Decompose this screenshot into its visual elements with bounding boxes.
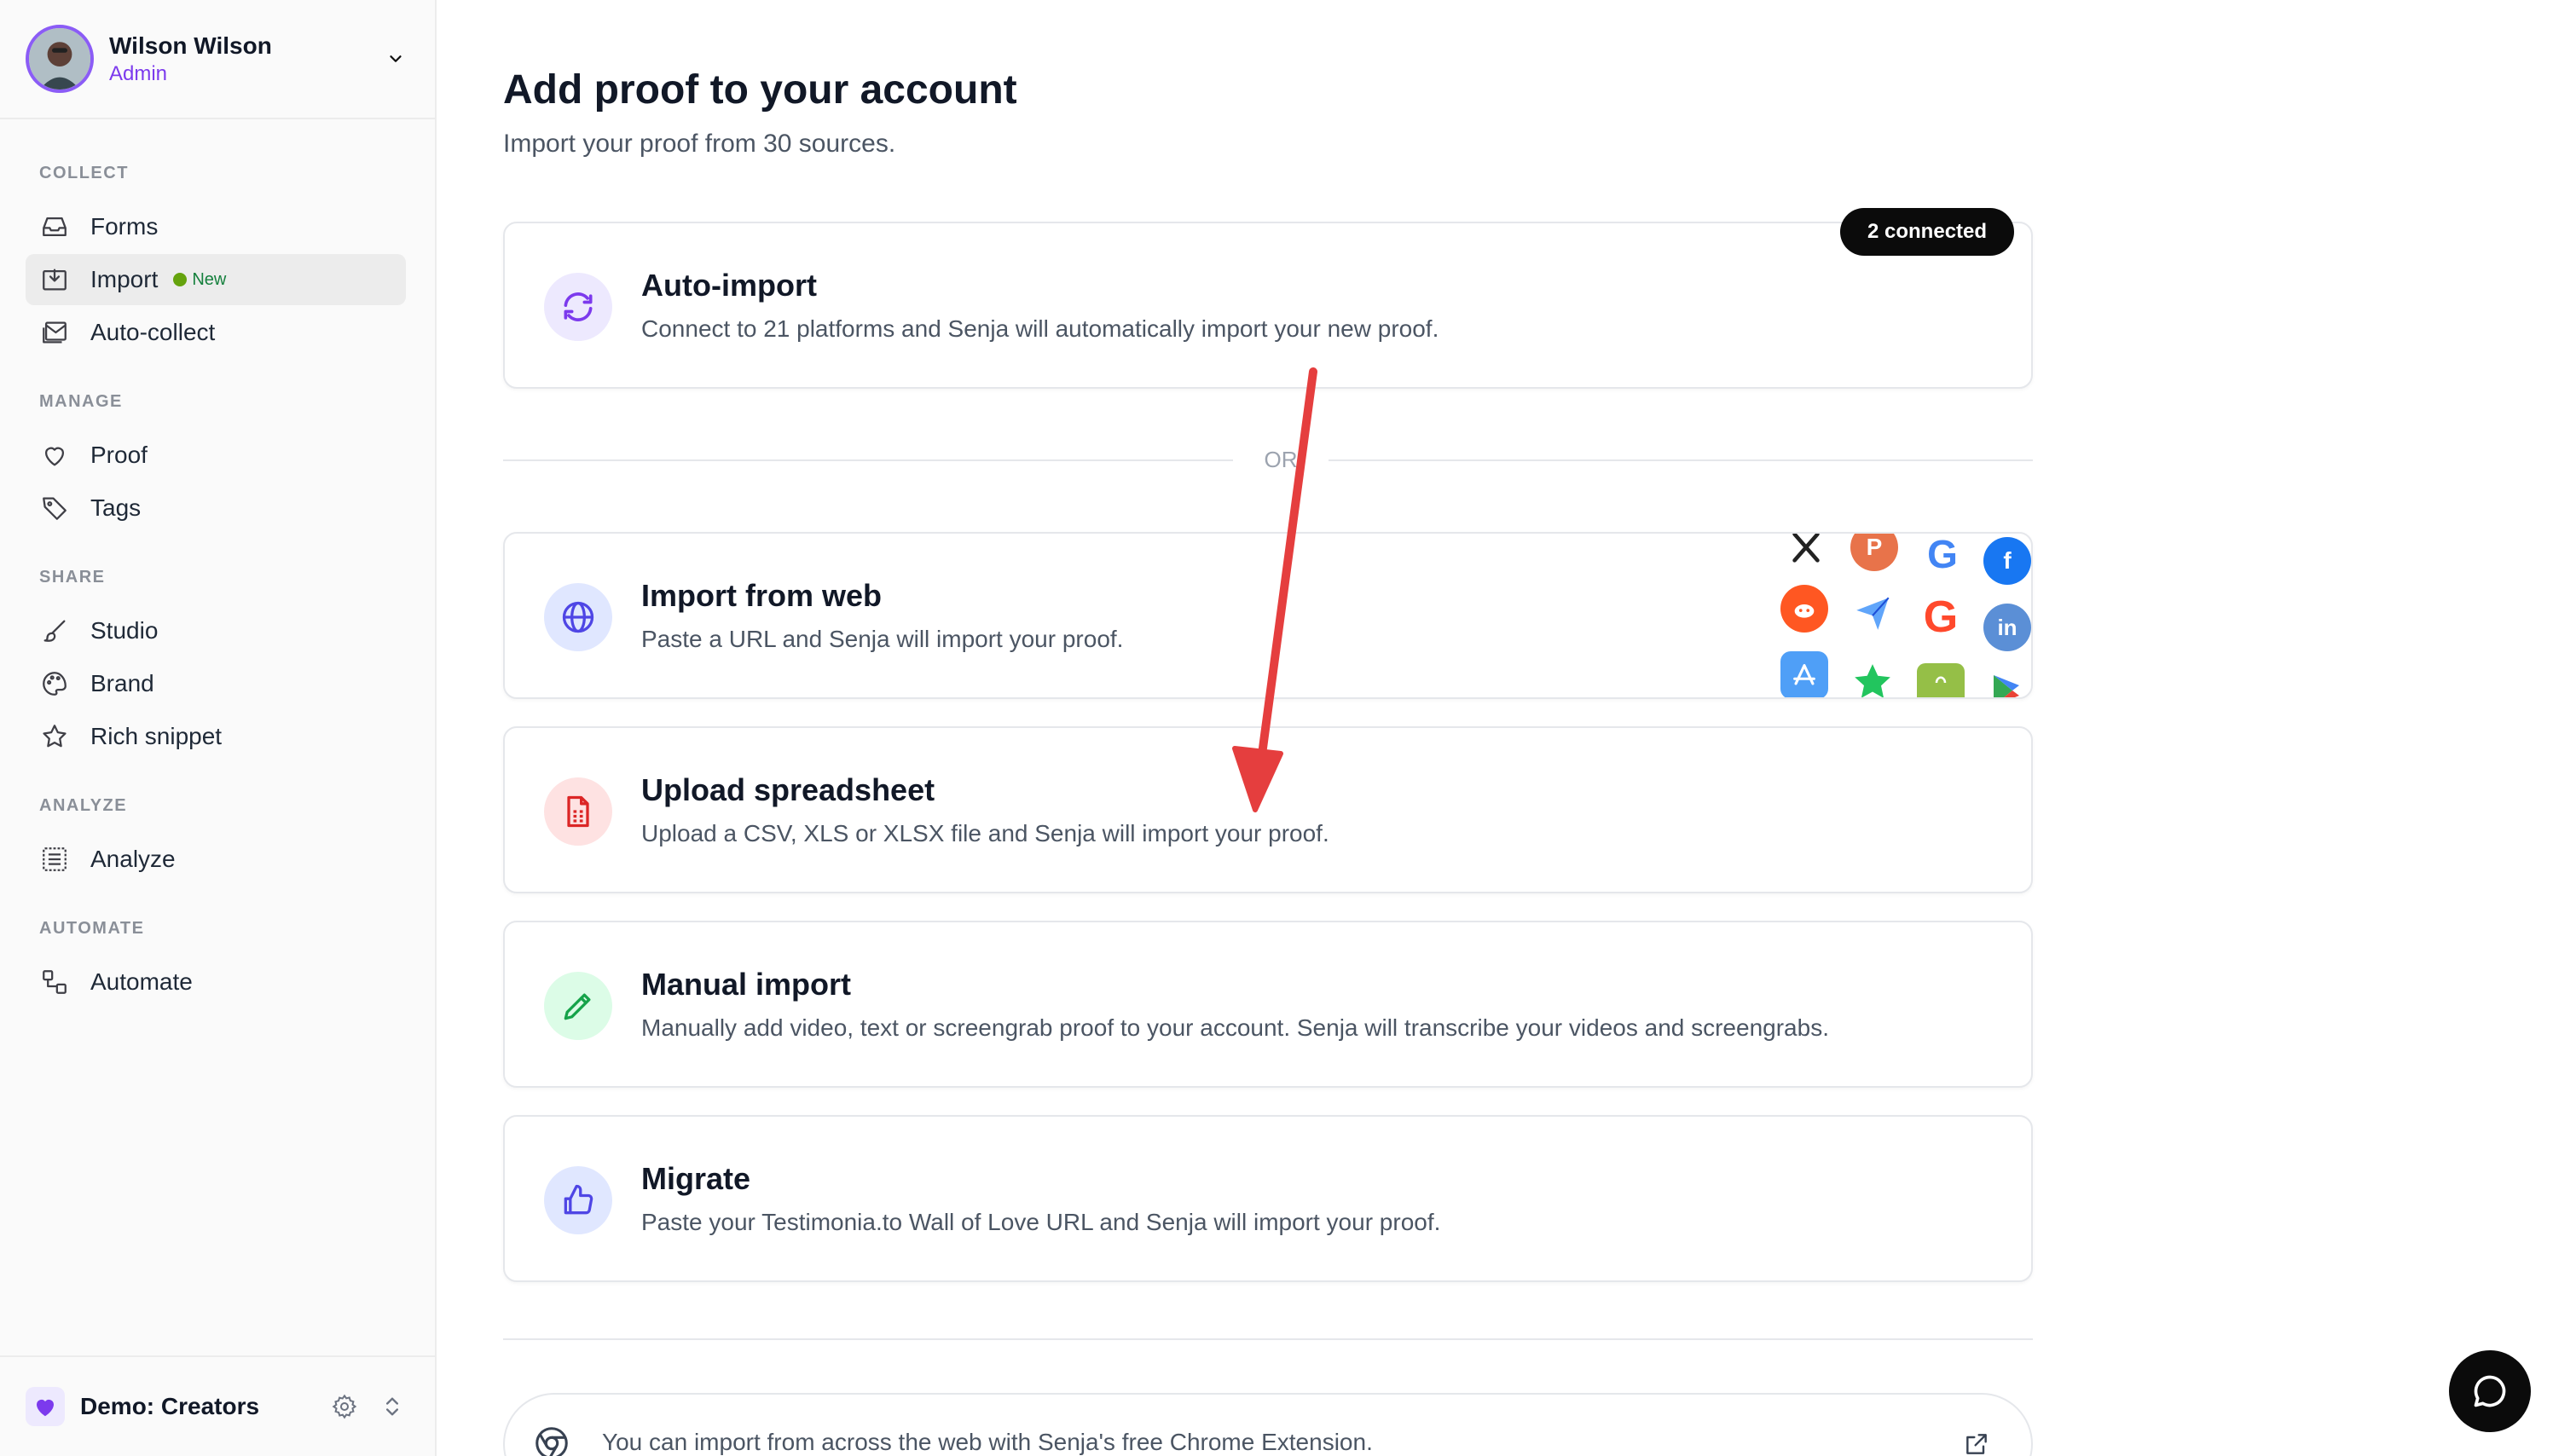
sidebar-item-label: Proof <box>90 442 148 468</box>
card-title: Auto-import <box>641 268 817 303</box>
sidebar-item-auto-collect[interactable]: Auto-collect <box>26 307 406 358</box>
spreadsheet-file-icon <box>544 777 612 846</box>
sidebar-divider <box>0 118 435 119</box>
upload-spreadsheet-card[interactable]: Upload spreadsheet Upload a CSV, XLS or … <box>503 726 2033 893</box>
sidebar-item-label: Analyze <box>90 846 176 872</box>
sidebar-item-label: Auto-collect <box>90 319 216 345</box>
platform-logos: P G f G in <box>1767 532 2031 697</box>
google-play-logo-icon <box>1983 667 2031 697</box>
user-menu[interactable]: Wilson Wilson Admin <box>26 22 411 95</box>
list-icon <box>39 844 70 875</box>
content-divider <box>503 1338 2033 1340</box>
sidebar-item-studio[interactable]: Studio <box>26 605 406 656</box>
pencil-icon <box>544 972 612 1040</box>
section-label-collect: COLLECT <box>39 164 129 182</box>
sidebar-item-label: Import <box>90 266 159 292</box>
sidebar-item-import[interactable]: Import New <box>26 254 406 305</box>
chat-bubble-icon <box>2474 1375 2506 1407</box>
heart-icon <box>39 440 70 471</box>
mail-stack-icon <box>39 317 70 348</box>
settings-gear-icon[interactable] <box>326 1388 363 1425</box>
section-label-analyze: ANALYZE <box>39 796 128 815</box>
user-name: Wilson Wilson <box>109 32 272 59</box>
connected-badge[interactable]: 2 connected <box>1840 208 2015 256</box>
trustpilot-star-icon <box>1849 658 1896 697</box>
new-badge: New <box>173 270 226 290</box>
workspace-switcher[interactable]: Demo: Creators <box>26 1381 411 1432</box>
badge-dot-icon <box>173 273 188 286</box>
chevron-down-icon[interactable] <box>380 43 411 74</box>
card-title: Manual import <box>641 967 852 1002</box>
or-label: OR <box>1264 447 1298 472</box>
sidebar-item-tags[interactable]: Tags <box>26 482 406 534</box>
sidebar-item-label: Forms <box>90 213 159 240</box>
card-title: Upload spreadsheet <box>641 772 935 807</box>
sidebar-item-brand[interactable]: Brand <box>26 658 406 709</box>
or-divider-right <box>1329 459 2033 461</box>
sidebar-item-analyze[interactable]: Analyze <box>26 834 406 885</box>
card-title: Import from web <box>641 578 883 613</box>
sidebar: Wilson Wilson Admin COLLECT Forms Import… <box>0 0 437 1456</box>
migrate-card[interactable]: Migrate Paste your Testimonia.to Wall of… <box>503 1115 2033 1282</box>
tag-icon <box>39 493 70 523</box>
chrome-extension-text: You can import from across the web with … <box>602 1429 1373 1455</box>
section-label-share: SHARE <box>39 568 106 586</box>
x-logo-icon <box>1782 534 1830 571</box>
auto-import-card[interactable]: Auto-import Connect to 21 platforms and … <box>503 222 2033 389</box>
google-logo-icon: G <box>1927 532 1958 576</box>
globe-icon <box>544 583 612 651</box>
page-subtitle: Import your proof from 30 sources. <box>503 130 896 158</box>
shopify-logo-icon <box>1917 663 1965 697</box>
section-label-manage: MANAGE <box>39 392 123 411</box>
refresh-icon <box>544 273 612 341</box>
card-description: Connect to 21 platforms and Senja will a… <box>641 315 1439 342</box>
workspace-heart-icon <box>26 1387 65 1426</box>
star-icon <box>39 721 70 752</box>
sidebar-item-forms[interactable]: Forms <box>26 201 406 252</box>
or-divider-left <box>503 459 1233 461</box>
manual-import-card[interactable]: Manual import Manually add video, text o… <box>503 921 2033 1088</box>
send-logo-icon <box>1849 588 1896 636</box>
brush-icon <box>39 615 70 646</box>
sidebar-item-label: Tags <box>90 494 142 521</box>
avatar <box>26 25 94 93</box>
main-content: Add proof to your account Import your pr… <box>437 0 2553 1456</box>
sidebar-divider <box>0 1355 435 1357</box>
sidebar-item-label: Brand <box>90 670 154 696</box>
import-from-web-card[interactable]: Import from web Paste a URL and Senja wi… <box>503 532 2033 699</box>
sidebar-item-label: Rich snippet <box>90 723 223 749</box>
producthunt-logo-icon: P <box>1850 534 1898 571</box>
section-label-automate: AUTOMATE <box>39 919 145 938</box>
sidebar-item-proof[interactable]: Proof <box>26 430 406 481</box>
palette-icon <box>39 668 70 699</box>
sidebar-item-rich-snippet[interactable]: Rich snippet <box>26 711 406 762</box>
thumbs-up-icon <box>544 1166 612 1234</box>
chrome-extension-banner[interactable]: You can import from across the web with … <box>503 1393 2033 1456</box>
user-role: Admin <box>109 62 168 85</box>
facebook-logo-icon: f <box>1983 537 2031 585</box>
sidebar-item-label: Automate <box>90 968 193 995</box>
g2-logo-icon: G <box>1923 592 1959 642</box>
import-icon <box>39 264 70 295</box>
workflow-icon <box>39 967 70 997</box>
card-description: Paste a URL and Senja will import your p… <box>641 626 1124 652</box>
linkedin-logo-icon: in <box>1983 604 2031 651</box>
reddit-logo-icon <box>1780 585 1828 633</box>
chat-button[interactable] <box>2449 1350 2531 1432</box>
card-title: Migrate <box>641 1161 751 1196</box>
card-description: Manually add video, text or screengrab p… <box>641 1014 1829 1041</box>
workspace-name: Demo: Creators <box>80 1393 260 1419</box>
page-title: Add proof to your account <box>503 67 1017 113</box>
chrome-icon <box>535 1427 568 1456</box>
app-store-logo-icon <box>1780 651 1828 697</box>
card-description: Upload a CSV, XLS or XLSX file and Senja… <box>641 820 1329 846</box>
user-info: Wilson Wilson Admin <box>109 31 380 87</box>
sidebar-item-label: Studio <box>90 617 159 644</box>
inbox-icon <box>39 211 70 242</box>
chevron-up-down-icon[interactable] <box>373 1388 411 1425</box>
external-link-icon[interactable] <box>1963 1430 1990 1456</box>
card-description: Paste your Testimonia.to Wall of Love UR… <box>641 1209 1441 1235</box>
sidebar-item-automate[interactable]: Automate <box>26 956 406 1008</box>
